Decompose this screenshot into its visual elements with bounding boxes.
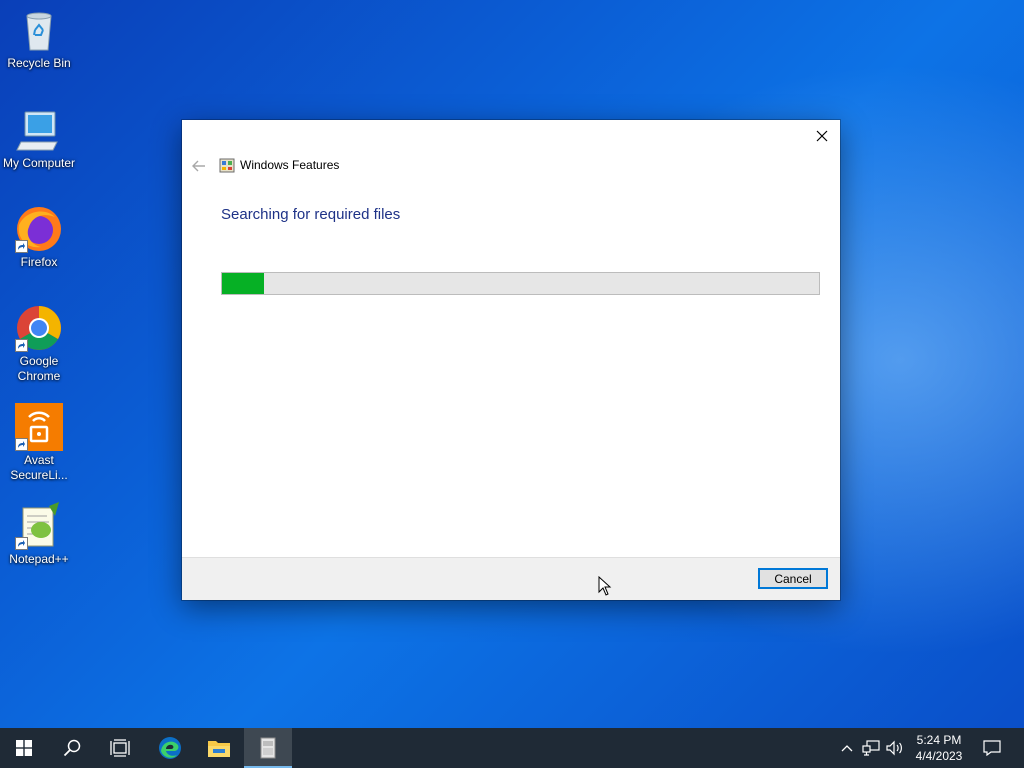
dialog-title: Windows Features [240,158,340,172]
taskbar: 5:24 PM 4/4/2023 [0,728,1024,768]
close-icon [816,130,828,142]
volume-tray-button[interactable] [884,728,906,768]
computer-icon [15,106,63,154]
desktop-icon-firefox[interactable]: Firefox [0,205,78,270]
close-button[interactable] [812,126,832,146]
taskbar-edge[interactable] [146,728,194,768]
shortcut-arrow-icon [15,537,28,550]
search-icon [63,739,81,757]
start-button[interactable] [0,728,48,768]
chevron-up-icon [841,745,853,752]
desktop-icon-recycle-bin[interactable]: Recycle Bin [0,6,78,71]
windows-features-icon [260,737,276,759]
progress-bar-fill [222,273,264,294]
network-tray-button[interactable] [860,728,882,768]
desktop-icon-label: Notepad++ [9,552,69,566]
status-heading: Searching for required files [221,206,401,223]
dialog-footer: Cancel [182,557,840,600]
start-icon [16,740,32,756]
desktop-icon-label: Firefox [20,255,58,269]
taskbar-windows-features[interactable] [244,728,292,768]
search-button[interactable] [48,728,96,768]
back-arrow-icon [192,160,205,172]
desktop: Recycle Bin My Computer Firefox Google C… [0,0,1024,728]
clock-date: 4/4/2023 [915,749,963,763]
desktop-icon-label: Google Chrome [17,354,61,383]
notification-icon [983,740,1001,756]
edge-icon [159,737,181,759]
back-button[interactable] [190,158,208,174]
desktop-icon-google-chrome[interactable]: Google Chrome [0,304,78,384]
notepad-plus-plus-icon [15,502,63,550]
task-view-button[interactable] [96,728,144,768]
taskbar-clock[interactable]: 5:24 PM 4/4/2023 [912,732,966,764]
desktop-icon-label: My Computer [2,156,76,170]
shortcut-arrow-icon [15,438,28,451]
task-view-icon [110,739,130,757]
shortcut-arrow-icon [15,240,28,253]
windows-features-dialog: Windows Features Searching for required … [182,120,840,600]
clock-time: 5:24 PM [916,733,962,747]
cancel-button[interactable]: Cancel [758,568,828,589]
chrome-icon [15,304,63,352]
taskbar-file-explorer[interactable] [195,728,243,768]
avast-secureline-icon [15,403,63,451]
desktop-icon-label: Avast SecureLi... [10,453,68,482]
recycle-bin-icon [15,6,63,54]
firefox-icon [15,205,63,253]
desktop-icon-my-computer[interactable]: My Computer [0,106,78,171]
desktop-icon-avast-secureline[interactable]: Avast SecureLi... [0,403,78,483]
shortcut-arrow-icon [15,339,28,352]
mouse-cursor-icon [598,576,612,596]
action-center-button[interactable] [978,728,1006,768]
windows-features-icon [219,158,235,173]
network-icon [862,740,880,756]
file-explorer-icon [208,741,230,757]
volume-icon [886,740,902,756]
show-hidden-icons-button[interactable] [838,728,856,768]
progress-bar [221,272,820,295]
desktop-icon-label: Recycle Bin [7,56,71,70]
desktop-icon-notepad-plus-plus[interactable]: Notepad++ [0,502,78,567]
